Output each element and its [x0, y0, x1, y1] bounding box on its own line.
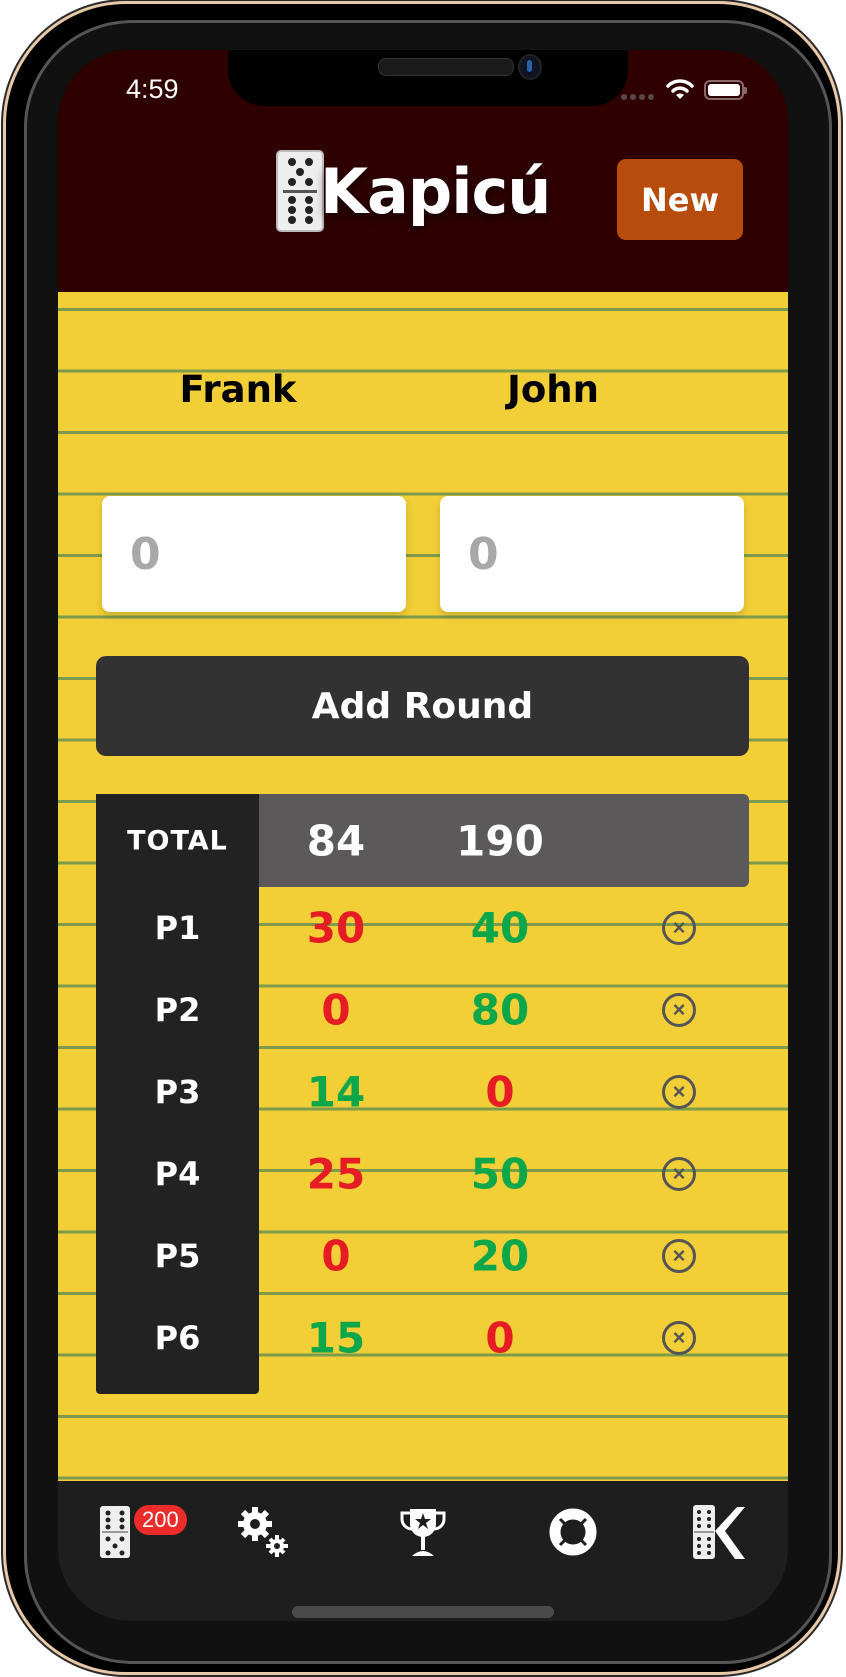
round-row: P1 30 40 × [96, 887, 749, 969]
circle-x-icon: × [672, 1243, 686, 1268]
round-label: P6 [154, 1319, 201, 1357]
kapicu-logo-icon [693, 1505, 745, 1559]
round-label: P2 [154, 991, 201, 1029]
total-label: TOTAL [127, 825, 228, 856]
round-score-player-1: 30 [306, 903, 366, 953]
tab-about[interactable] [684, 1497, 754, 1567]
round-score-player-2: 80 [470, 985, 530, 1035]
round-row: P2 0 80 × [96, 969, 749, 1051]
delete-round-button[interactable]: × [662, 911, 696, 945]
round-score-player-2: 40 [470, 903, 530, 953]
tab-settings[interactable] [228, 1497, 298, 1567]
round-score-player-2: 0 [485, 1313, 515, 1363]
round-score-player-1: 14 [306, 1067, 366, 1117]
app-screen: 4:59 Kapicú New Frank John Add Round [58, 50, 788, 1621]
player-1-score-input[interactable] [102, 496, 406, 612]
battery-icon [704, 80, 747, 100]
app-header: 4:59 Kapicú New [58, 50, 788, 292]
player-name-1: Frank [179, 368, 297, 411]
app-name: Kapicú [320, 154, 551, 228]
speaker [378, 58, 514, 76]
delete-round-button[interactable]: × [662, 993, 696, 1027]
status-time: 4:59 [126, 74, 179, 104]
round-label: P5 [154, 1237, 201, 1275]
round-row: P3 14 0 × [96, 1051, 749, 1133]
round-row: P6 15 0 × [96, 1297, 749, 1379]
camera [518, 54, 542, 80]
circle-x-icon: × [672, 997, 686, 1022]
circle-x-icon: × [672, 1079, 686, 1104]
score-sheet: Frank John Add Round TOTAL 84 190 P1 30 40… [58, 292, 788, 1481]
tab-help[interactable] [538, 1497, 608, 1567]
round-score-player-1: 0 [321, 1231, 351, 1281]
circle-x-icon: × [672, 1325, 686, 1350]
lifebuoy-icon [549, 1508, 597, 1556]
tab-leaderboard[interactable] [388, 1497, 458, 1567]
gears-icon [238, 1507, 288, 1557]
notification-badge: 200 [134, 1505, 187, 1535]
round-score-player-1: 15 [306, 1313, 366, 1363]
home-indicator[interactable] [292, 1606, 554, 1618]
round-score-player-2: 0 [485, 1067, 515, 1117]
new-game-button[interactable]: New [617, 159, 743, 240]
total-player-1: 84 [306, 816, 366, 865]
delete-round-button[interactable]: × [662, 1321, 696, 1355]
add-round-button[interactable]: Add Round [96, 656, 749, 756]
total-player-2: 190 [456, 816, 544, 865]
player-name-2: John [507, 368, 599, 411]
delete-round-button[interactable]: × [662, 1075, 696, 1109]
delete-round-button[interactable]: × [662, 1157, 696, 1191]
round-label: P4 [154, 1155, 201, 1193]
round-label: P1 [154, 909, 201, 947]
player-2-score-input[interactable] [440, 496, 744, 612]
round-score-player-2: 20 [470, 1231, 530, 1281]
round-score-player-2: 50 [470, 1149, 530, 1199]
round-score-player-1: 0 [321, 985, 351, 1035]
notch [228, 50, 628, 106]
tab-bar: 200 [58, 1481, 788, 1621]
total-row: TOTAL 84 190 [96, 794, 749, 887]
round-score-player-1: 25 [306, 1149, 366, 1199]
circle-x-icon: × [672, 915, 686, 940]
round-row: P4 25 50 × [96, 1133, 749, 1215]
circle-x-icon: × [672, 1161, 686, 1186]
domino-icon [100, 1506, 130, 1558]
wifi-icon [666, 79, 694, 99]
round-row: P5 0 20 × [96, 1215, 749, 1297]
app-logo: Kapicú [276, 150, 551, 232]
domino-logo-icon [276, 150, 324, 232]
delete-round-button[interactable]: × [662, 1239, 696, 1273]
signal-icon [621, 94, 654, 100]
round-label: P3 [154, 1073, 201, 1111]
trophy-icon [400, 1509, 446, 1556]
